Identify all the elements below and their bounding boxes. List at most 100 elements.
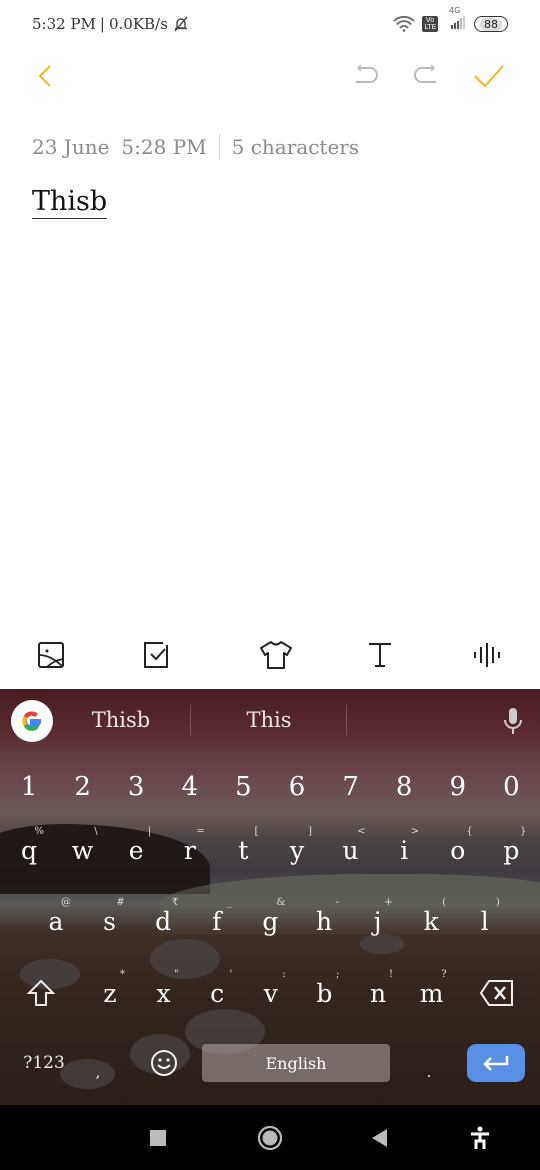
home-circle-icon	[257, 1125, 283, 1151]
key[interactable]: 8	[377, 759, 431, 815]
key[interactable]: * z	[83, 965, 137, 1021]
google-button[interactable]	[11, 700, 53, 742]
key-hint: &	[276, 897, 286, 908]
key-hint: [	[254, 826, 259, 837]
backspace-icon	[479, 980, 513, 1006]
key-label: x	[156, 978, 171, 1008]
key-hint: ]	[308, 826, 312, 837]
text-format-button[interactable]	[363, 638, 397, 672]
key[interactable]: [t	[216, 822, 270, 878]
key[interactable]: (k	[404, 893, 458, 949]
insert-image-button[interactable]	[34, 638, 68, 672]
voice-note-button[interactable]	[470, 638, 504, 672]
done-button[interactable]	[472, 60, 504, 92]
key-hint: *	[120, 969, 125, 980]
key[interactable]: ] y	[270, 822, 324, 878]
key[interactable]: ) l	[458, 893, 512, 949]
key-hint: :	[282, 969, 286, 980]
signal-icon: 4G	[445, 6, 467, 32]
key-label: 9	[449, 772, 467, 802]
key-hint: #	[116, 897, 125, 908]
key[interactable]: | e	[109, 822, 163, 878]
note-time: 5:28 PM	[121, 135, 207, 159]
key[interactable]: _ f	[190, 893, 244, 949]
key-hint: |	[147, 826, 152, 837]
key[interactable]: } p	[484, 822, 538, 878]
key[interactable]: 7	[324, 759, 378, 815]
undo-button[interactable]	[350, 60, 382, 92]
key[interactable]: > i	[377, 822, 431, 878]
accessibility-button[interactable]	[465, 1123, 495, 1153]
suggestion-item[interactable]: Thisb	[60, 689, 182, 751]
key-label: 6	[288, 772, 306, 802]
key-hint: <	[357, 826, 366, 837]
key[interactable]: ? m	[405, 965, 459, 1021]
chevron-left-icon	[38, 65, 51, 87]
key[interactable]: " x	[137, 965, 191, 1021]
key[interactable]: :v	[244, 965, 298, 1021]
key[interactable]: 2	[56, 759, 110, 815]
period-key[interactable]: .	[414, 1035, 444, 1091]
key[interactable]: ! n	[351, 965, 405, 1021]
key-label: s	[103, 906, 117, 936]
note-body-input[interactable]: Thisb	[32, 186, 108, 219]
wifi-icon	[393, 16, 416, 32]
key[interactable]: 4	[163, 759, 217, 815]
key[interactable]: # s	[83, 893, 137, 949]
key[interactable]: ₹ d	[136, 893, 190, 949]
redo-button[interactable]	[410, 60, 442, 92]
key[interactable]: 6	[270, 759, 324, 815]
volte-icon: Vo LTE	[422, 16, 438, 32]
recents-button[interactable]	[143, 1123, 173, 1153]
shirt-icon	[260, 641, 292, 669]
undo-icon	[356, 64, 378, 83]
nav-back-button[interactable]	[365, 1123, 395, 1153]
key-label: u	[342, 835, 359, 865]
note-date: 23 June	[32, 135, 110, 159]
key[interactable]: < u	[324, 822, 378, 878]
key-label: o	[450, 835, 466, 865]
key[interactable]: 1	[2, 759, 56, 815]
key[interactable]: ' c	[190, 965, 244, 1021]
key[interactable]: ; b	[297, 965, 351, 1021]
key-hint: @	[61, 897, 71, 908]
key[interactable]: \ w	[56, 822, 110, 878]
key[interactable]: 5	[216, 759, 270, 815]
note-toolbar	[0, 52, 540, 100]
key-label: 3	[127, 772, 145, 802]
shift-key[interactable]	[14, 965, 68, 1021]
voice-input-button[interactable]	[502, 707, 524, 735]
backspace-key[interactable]	[470, 965, 524, 1021]
key[interactable]: {o	[431, 822, 485, 878]
comma-key[interactable]: ,	[83, 1035, 113, 1091]
checklist-button[interactable]	[140, 638, 174, 672]
key[interactable]: -h	[297, 893, 351, 949]
waveform-icon	[474, 643, 500, 667]
key[interactable]: 9	[431, 759, 485, 815]
suggestion-item[interactable]: This	[200, 689, 338, 751]
key-label: 5	[235, 772, 252, 802]
key[interactable]: + j	[351, 893, 405, 949]
key[interactable]: @ a	[29, 893, 83, 949]
back-button[interactable]	[30, 60, 62, 92]
char-count: 5 characters	[231, 135, 360, 159]
suggestion-bar: Thisb This	[0, 689, 540, 751]
square-icon	[150, 1130, 166, 1146]
key-hint: !	[388, 969, 393, 980]
key[interactable]: % q	[2, 822, 56, 878]
meta-divider	[218, 134, 220, 160]
silent-bell-icon	[174, 16, 188, 32]
home-button[interactable]	[255, 1123, 285, 1153]
space-bar[interactable]: English	[202, 1044, 390, 1082]
symbols-key[interactable]: ?123	[14, 1044, 74, 1082]
key[interactable]: & g	[243, 893, 297, 949]
key-hint: "	[173, 969, 179, 980]
theme-button[interactable]	[259, 638, 293, 672]
key[interactable]: 3	[109, 759, 163, 815]
enter-key[interactable]	[467, 1044, 525, 1082]
emoji-key[interactable]	[137, 1035, 191, 1091]
key-label: 7	[342, 772, 359, 802]
net-speed: 0.0KB/s	[108, 15, 168, 33]
key[interactable]: 0	[484, 759, 538, 815]
key[interactable]: = r	[163, 822, 217, 878]
